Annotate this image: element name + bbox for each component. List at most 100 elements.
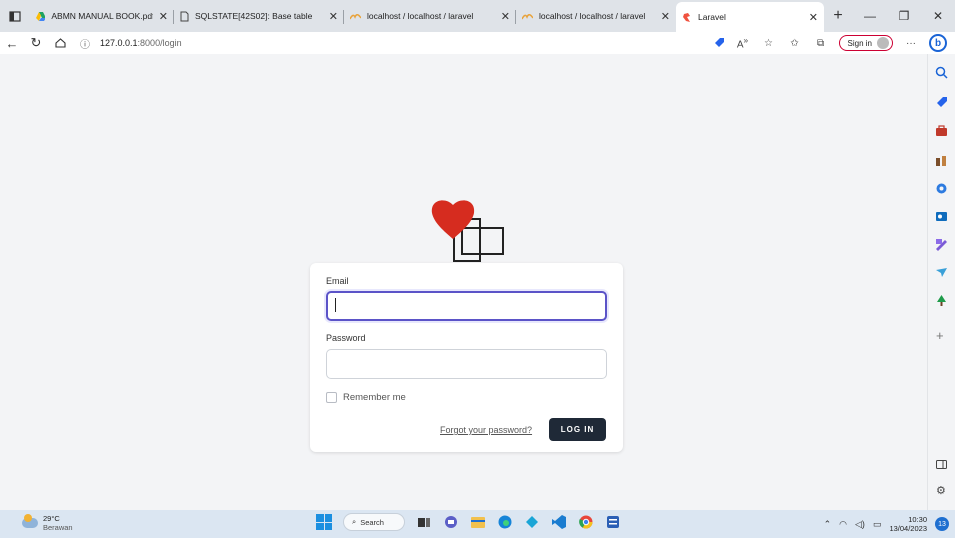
office-icon[interactable] [935,182,948,195]
collections-icon[interactable]: ⧉ [813,38,829,49]
shopping-tag-icon[interactable] [713,37,725,49]
tab-strip: ABMN MANUAL BOOK.pdf - ✕ SQLSTATE[42S02]… [0,0,955,32]
page-icon [180,11,189,21]
phpmyadmin-icon [350,14,361,20]
plus-icon: + [833,7,843,24]
tab-actions-button[interactable] [0,0,30,32]
send-icon[interactable] [935,266,948,279]
home-icon [54,37,66,48]
restore-icon[interactable]: ❐ [887,0,921,32]
favorites-icon[interactable]: ✩ [787,38,803,49]
tab-label: ABMN MANUAL BOOK.pdf - [51,11,153,21]
forgot-password-link[interactable]: Forgot your password? [440,425,532,435]
close-icon[interactable]: ✕ [809,11,818,24]
text-caret [335,298,336,312]
back-button[interactable]: ← [0,36,24,51]
volume-icon[interactable]: ◁) [855,519,865,530]
cloudy-weather-icon [22,514,38,528]
tab-label: SQLSTATE[42S02]: Base table [195,11,313,21]
tab-laravel[interactable]: Laravel ✕ [676,2,824,32]
navigation-bar: ← ↻ ⓘ 127.0.0.1:8000/login A» ☆ ✩ ⧉ Sign… [0,32,955,54]
task-view-icon[interactable] [416,514,432,530]
clock-date: 13/04/2023 [889,524,927,533]
minimize-icon[interactable]: — [853,0,887,32]
favorite-star-icon[interactable]: ☆ [761,38,777,49]
home-button[interactable] [48,36,72,51]
weather-description: Berawan [43,523,73,532]
tab-actions-icon [9,10,21,22]
layout-icon[interactable] [935,458,948,471]
laravel-icon [683,12,690,22]
battery-icon[interactable]: ▭ [873,519,882,530]
tab-phpmyadmin-1[interactable]: localhost / localhost / laravel ✕ [344,2,516,30]
edge-sidebar: + ⚙ [927,54,955,510]
word-icon[interactable] [605,514,621,530]
url-path: :8000/login [137,38,182,48]
app-icon[interactable] [524,514,540,530]
search-icon[interactable] [935,66,948,79]
sign-in-button[interactable]: Sign in [838,35,893,51]
new-tab-button[interactable]: + [824,7,852,25]
add-icon[interactable]: + [936,328,944,343]
tab-label: localhost / localhost / laravel [539,11,646,21]
close-icon[interactable]: ✕ [329,10,338,23]
windows-taskbar: 29°C Berawan ⌕ Search ⌃ ◠ ◁) ▭ 10:30 13/… [0,510,955,538]
more-icon[interactable]: ··· [903,38,919,49]
url-host: 127.0.0.1 [100,38,138,48]
games-icon[interactable] [935,154,948,167]
email-field-wrapper [326,291,607,321]
read-aloud-icon[interactable]: A» [735,35,751,50]
notification-badge[interactable]: 13 [935,517,949,531]
close-icon[interactable]: ✕ [501,10,510,23]
remember-me[interactable]: Remember me [326,392,406,403]
log-in-button[interactable]: LOG IN [549,418,606,441]
designer-icon[interactable] [935,238,948,251]
weather-widget[interactable]: 29°C Berawan [22,514,73,532]
password-field[interactable] [326,349,607,379]
clock-time: 10:30 [908,515,927,524]
close-icon[interactable]: ✕ [159,10,168,23]
tab-label: Laravel [698,12,726,22]
close-window-icon[interactable]: ✕ [921,0,955,32]
password-label: Password [326,333,366,343]
sign-in-label: Sign in [847,38,872,48]
tab-label: localhost / localhost / laravel [367,11,474,21]
remember-label: Remember me [343,392,406,403]
info-icon[interactable]: ⓘ [80,36,90,51]
edge-browser-icon[interactable] [497,514,513,530]
tab-abmn-manual[interactable]: ABMN MANUAL BOOK.pdf - ✕ [30,2,174,30]
email-label: Email [326,276,349,286]
file-explorer-icon[interactable] [470,514,486,530]
tree-icon[interactable] [935,294,948,307]
toolbox-icon[interactable] [935,124,948,137]
chevron-up-icon[interactable]: ⌃ [824,519,832,530]
toolbar-right: A» ☆ ✩ ⧉ Sign in ··· b [713,32,955,54]
close-icon[interactable]: ✕ [661,10,670,23]
tab-phpmyadmin-2[interactable]: localhost / localhost / laravel ✕ [516,2,676,30]
phpmyadmin-icon [522,14,533,20]
page-content: Email Password Remember me Forgot your p… [0,54,927,510]
remember-checkbox[interactable] [326,392,337,403]
teams-chat-icon[interactable] [443,514,459,530]
taskbar-search-label: Search [360,517,384,527]
email-field[interactable] [326,291,607,321]
weather-temperature: 29°C [43,514,60,523]
shopping-tag-icon[interactable] [935,96,948,109]
system-tray: ⌃ ◠ ◁) ▭ 10:30 13/04/2023 13 [824,510,955,538]
login-card: Email Password Remember me Forgot your p… [310,263,623,452]
taskbar-apps: ⌕ Search [316,513,621,531]
outlook-icon[interactable] [935,210,948,223]
wifi-icon[interactable]: ◠ [839,519,847,530]
refresh-icon: ↻ [30,35,42,50]
vscode-icon[interactable] [551,514,567,530]
tab-sqlstate[interactable]: SQLSTATE[42S02]: Base table ✕ [174,2,344,30]
clock[interactable]: 10:30 13/04/2023 [889,515,927,533]
refresh-button[interactable]: ↻ [24,35,48,51]
address-bar[interactable]: ⓘ 127.0.0.1:8000/login [80,36,182,51]
windows-start-icon[interactable] [316,514,332,530]
chrome-icon[interactable] [578,514,594,530]
google-drive-icon [36,11,46,21]
taskbar-search[interactable]: ⌕ Search [343,513,405,531]
settings-icon[interactable]: ⚙ [936,484,946,497]
bing-chat-icon[interactable]: b [929,34,947,52]
